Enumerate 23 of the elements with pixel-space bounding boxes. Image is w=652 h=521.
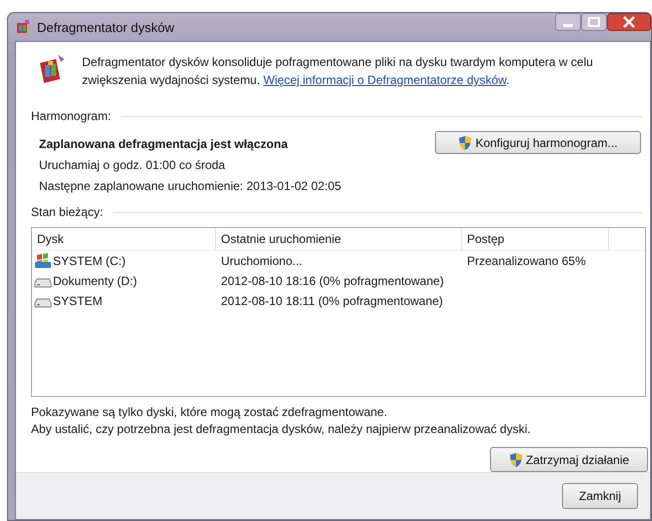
configure-schedule-button[interactable]: Konfiguruj harmonogram...: [435, 131, 641, 154]
schedule-status: Zaplanowana defragmentacja jest włączona: [39, 137, 289, 151]
last-run-cell-text: 2012-08-10 18:11 (0% pofragmentowane): [220, 294, 444, 308]
stop-button[interactable]: Zatrzymaj działanie: [490, 447, 648, 472]
section-label: Harmonogram:: [31, 109, 112, 123]
disk-name[interactable]: SYSTEM: [32, 293, 216, 309]
last-run-cell-text: Uruchomiono...: [220, 254, 304, 268]
column-header[interactable]: Dysk: [32, 228, 216, 250]
disk-name[interactable]: Dokumenty (D:): [32, 273, 216, 289]
section-label: Stan bieżący:: [31, 205, 104, 219]
note-text: Aby ustalić, czy potrzebna jest defragmentacja dysków, należy najpierw przeanalizować dyski.: [31, 421, 532, 438]
note-text: Pokazywane są tylko dyski, które mogą zostać zdefragmentowane.: [31, 404, 388, 421]
schedule-time: Uruchamiaj o godz. 01:00 co środa: [39, 158, 226, 172]
window-title: Defragmentator dysków: [37, 20, 174, 34]
last-run-cell-text: 2012-08-10 18:16 (0% pofragmentowane): [220, 274, 445, 288]
next-run-text: Następne zaplanowane uruchomienie: 2013-01-02 02:05: [39, 179, 342, 193]
intro-text: Defragmentator dysków konsoliduje pofragmentowane pliki na dysku twardym komputera w celu zwiększenia wydajności systemu. Więcej informacji o Defragmentatorze dysków.: [82, 54, 594, 89]
progress-cell-text: Przeanalizowano 65%: [466, 254, 587, 268]
disk-name[interactable]: SYSTEM (C:): [32, 253, 216, 269]
more-info-link[interactable]: Więcej informacji o Defragmentatorze dysków: [263, 73, 506, 87]
column-header[interactable]: Postęp: [462, 228, 609, 250]
close-button[interactable]: Zamknij: [562, 483, 638, 509]
column-header[interactable]: Ostatnie uruchomienie: [216, 228, 462, 250]
